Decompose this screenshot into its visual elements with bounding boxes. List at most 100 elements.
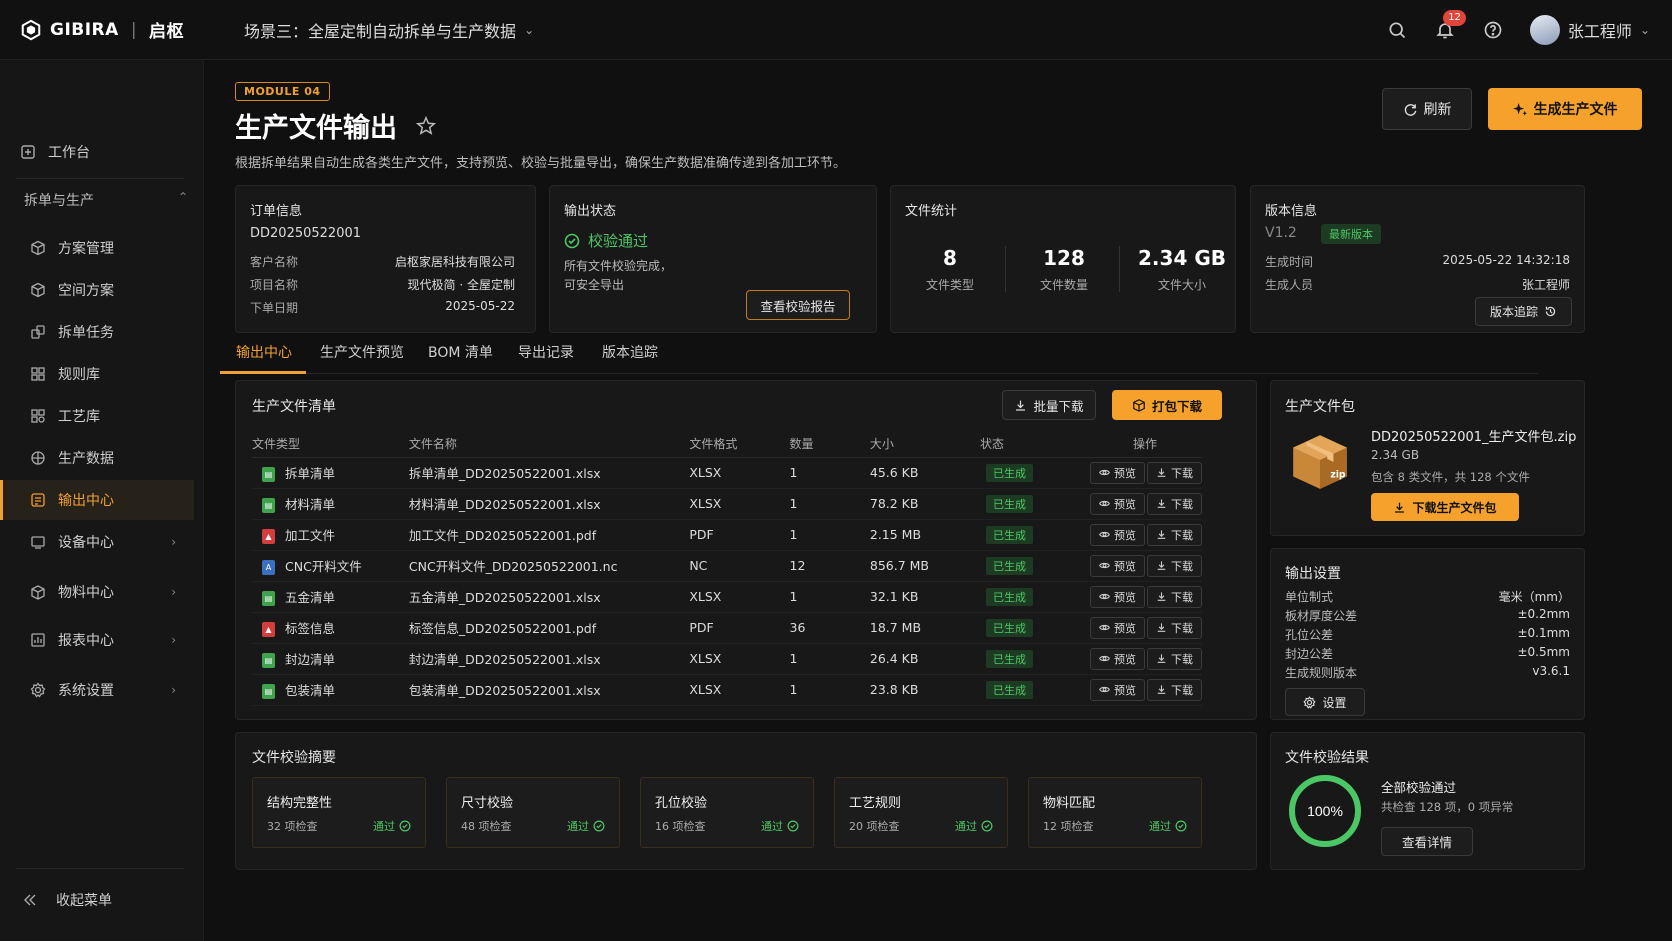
stat-size-label: 文件大小	[1157, 278, 1206, 292]
output-status-title: 输出状态	[564, 204, 617, 219]
user-name: 张工程师	[1567, 22, 1632, 41]
sidebar-item-output-center[interactable]: 输出中心	[0, 480, 194, 520]
check-circle-icon	[787, 820, 799, 832]
sidebar-item-workbench[interactable]: 工作台	[0, 132, 194, 172]
eye-icon	[1099, 593, 1110, 600]
view-details-button[interactable]: 查看详情	[1381, 827, 1473, 856]
sidebar-item-rules[interactable]: 规则库	[0, 354, 194, 394]
sidebar-item-label: 系统设置	[58, 683, 114, 699]
collapse-menu-button[interactable]: 收起菜单	[0, 880, 194, 920]
sidebar-item-process[interactable]: 工艺库	[0, 396, 194, 436]
notification-button[interactable]: 12	[1434, 10, 1466, 41]
tab-output-center[interactable]: 输出中心	[236, 342, 292, 362]
download-package-button[interactable]: 下载生产文件包	[1371, 493, 1519, 521]
download-button[interactable]: 下载	[1147, 585, 1202, 608]
sidebar-item-material-center[interactable]: 物料中心 ›	[0, 572, 194, 612]
nc-file-icon: A	[262, 560, 275, 575]
setting-hole-key: 孔位公差	[1285, 628, 1334, 642]
file-type-label: 包装清单	[285, 683, 336, 698]
preview-button[interactable]: 预览	[1090, 678, 1145, 701]
sidebar-item-label: 方案管理	[58, 241, 114, 257]
preview-button[interactable]: 预览	[1090, 647, 1145, 670]
excel-file-icon: ▤	[262, 591, 275, 606]
search-button[interactable]	[1386, 19, 1408, 41]
preview-label: 预览	[1114, 528, 1136, 542]
check-title: 孔位校验	[655, 796, 708, 811]
preview-button[interactable]: 预览	[1090, 461, 1145, 484]
preview-button[interactable]: 预览	[1090, 523, 1145, 546]
eye-icon	[1099, 562, 1110, 569]
validation-check-card[interactable]: 结构完整性 32 项检查 通过	[252, 777, 426, 848]
sidebar-item-system-settings[interactable]: 系统设置 ›	[0, 670, 194, 710]
validation-check-card[interactable]: 尺寸校验 48 项检查 通过	[446, 777, 620, 848]
order-date-value: 2025-05-22	[445, 299, 515, 313]
download-button[interactable]: 下载	[1147, 492, 1202, 515]
svg-text:zip: zip	[1330, 469, 1346, 480]
ring-percent: 100%	[1307, 803, 1343, 819]
file-type-label: 封边清单	[285, 652, 336, 667]
eye-icon	[1099, 531, 1110, 538]
preview-button[interactable]: 预览	[1090, 492, 1145, 515]
brand-name: GIBIRA	[50, 19, 119, 40]
validation-check-card[interactable]: 工艺规则 20 项检查 通过	[834, 777, 1008, 848]
sidebar-item-space[interactable]: 空间方案	[0, 270, 194, 310]
version-info-card: 版本信息 V1.2 最新版本 生成时间 2025-05-22 14:32:18 …	[1250, 185, 1585, 333]
download-icon	[1157, 685, 1166, 694]
download-button[interactable]: 下载	[1147, 647, 1202, 670]
sidebar-group-production[interactable]: 拆单与生产 ⌃	[24, 190, 188, 210]
download-button[interactable]: 下载	[1147, 616, 1202, 639]
preview-button[interactable]: 预览	[1090, 554, 1145, 577]
sidebar-divider	[16, 868, 184, 869]
download-button[interactable]: 下载	[1147, 461, 1202, 484]
eye-icon	[1099, 655, 1110, 662]
help-button[interactable]	[1482, 19, 1504, 41]
sidebar-item-label: 工艺库	[58, 409, 100, 425]
sidebar-item-split-task[interactable]: 拆单任务	[0, 312, 194, 352]
preview-button[interactable]: 预览	[1090, 616, 1145, 639]
cell-type: ▤ 包装清单	[252, 674, 409, 706]
tab-export-records[interactable]: 导出记录	[518, 342, 574, 362]
star-icon[interactable]	[415, 115, 437, 137]
sidebar-item-plan[interactable]: 方案管理	[0, 228, 194, 268]
batch-download-button[interactable]: 批量下载	[1002, 390, 1096, 420]
check-pass: 通过	[1149, 818, 1187, 834]
eye-icon	[1099, 686, 1110, 693]
order-info-card: 订单信息 DD20250522001 客户名称 启枢家居科技有限公司 项目名称 …	[235, 185, 536, 333]
version-trace-button[interactable]: 版本追踪	[1475, 297, 1572, 326]
user-menu[interactable]: 张工程师 ⌄	[1529, 15, 1650, 45]
download-button[interactable]: 下载	[1147, 678, 1202, 701]
cell-qty: 1	[789, 643, 870, 675]
preview-button[interactable]: 预览	[1090, 585, 1145, 608]
pack-download-button[interactable]: 打包下载	[1112, 390, 1222, 420]
tab-bom[interactable]: BOM 清单	[428, 342, 493, 362]
tab-version-trace[interactable]: 版本追踪	[602, 342, 658, 362]
validation-check-card[interactable]: 孔位校验 16 项检查 通过	[640, 777, 814, 848]
brand-logo[interactable]: GIBIRA | 启枢	[20, 17, 184, 42]
cell-type: ▤ 材料清单	[252, 488, 409, 520]
status-indicator: 校验通过	[564, 230, 648, 251]
collapse-menu-label: 收起菜单	[56, 893, 112, 909]
col-header-name: 文件名称	[408, 431, 690, 458]
cell-actions: 预览 下载	[1087, 674, 1202, 706]
active-tab-indicator	[220, 371, 306, 374]
refresh-button[interactable]: 刷新	[1382, 88, 1472, 130]
generate-files-button[interactable]: 生成生产文件	[1488, 88, 1642, 130]
cell-format: XLSX	[689, 457, 790, 489]
download-icon	[1157, 654, 1166, 663]
download-button[interactable]: 下载	[1147, 554, 1202, 577]
sidebar-item-production-data[interactable]: 生产数据	[0, 438, 194, 478]
table-row: ▤ 包装清单 包装清单_DD20250522001.xlsx XLSX 1 23.8 KB…	[252, 674, 1202, 706]
sidebar-item-device-center[interactable]: 设备中心 ›	[0, 522, 194, 562]
view-report-button[interactable]: 查看校验报告	[746, 290, 850, 320]
pack-download-label: 打包下载	[1151, 398, 1202, 414]
settings-button[interactable]: 设置	[1285, 688, 1365, 716]
sidebar-item-label: 输出中心	[58, 493, 114, 509]
validation-check-card[interactable]: 物料匹配 12 项检查 通过	[1028, 777, 1202, 848]
file-type-label: CNC开料文件	[285, 559, 362, 574]
scene-selector[interactable]: 场景三：全屋定制自动拆单与生产数据 ⌄	[244, 18, 534, 42]
tab-file-preview[interactable]: 生产文件预览	[320, 342, 404, 362]
sidebar-item-report-center[interactable]: 报表中心 ›	[0, 620, 194, 660]
view-report-label: 查看校验报告	[760, 298, 836, 314]
download-button[interactable]: 下载	[1147, 523, 1202, 546]
stat-count-value: 128	[1043, 246, 1085, 270]
